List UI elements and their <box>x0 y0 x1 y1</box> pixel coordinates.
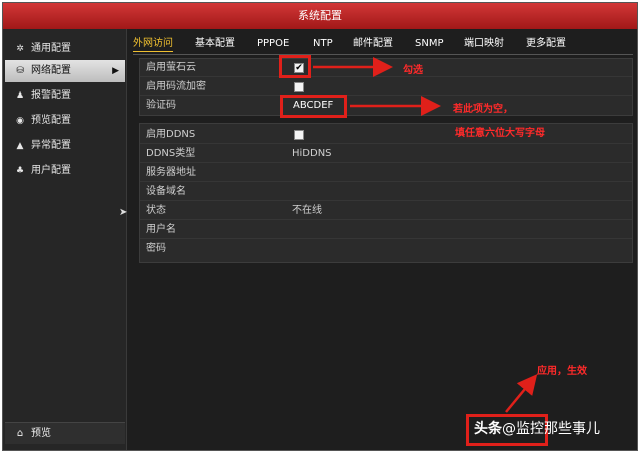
watermark: 头条@监控那些事儿 <box>474 418 600 438</box>
watermark-handle: @监控那些事儿 <box>502 421 600 437</box>
verify-code-note-line2: 填任意六位大写字母 <box>455 128 545 139</box>
apply-note: 应用，生效 <box>537 366 587 377</box>
annotation-arrows <box>313 57 538 413</box>
check-note: 勾选 <box>403 65 423 76</box>
apply-arrow <box>505 374 538 413</box>
watermark-brand: 头条 <box>474 421 502 437</box>
verify-code-note-line1: 若此项为空， <box>453 104 513 115</box>
